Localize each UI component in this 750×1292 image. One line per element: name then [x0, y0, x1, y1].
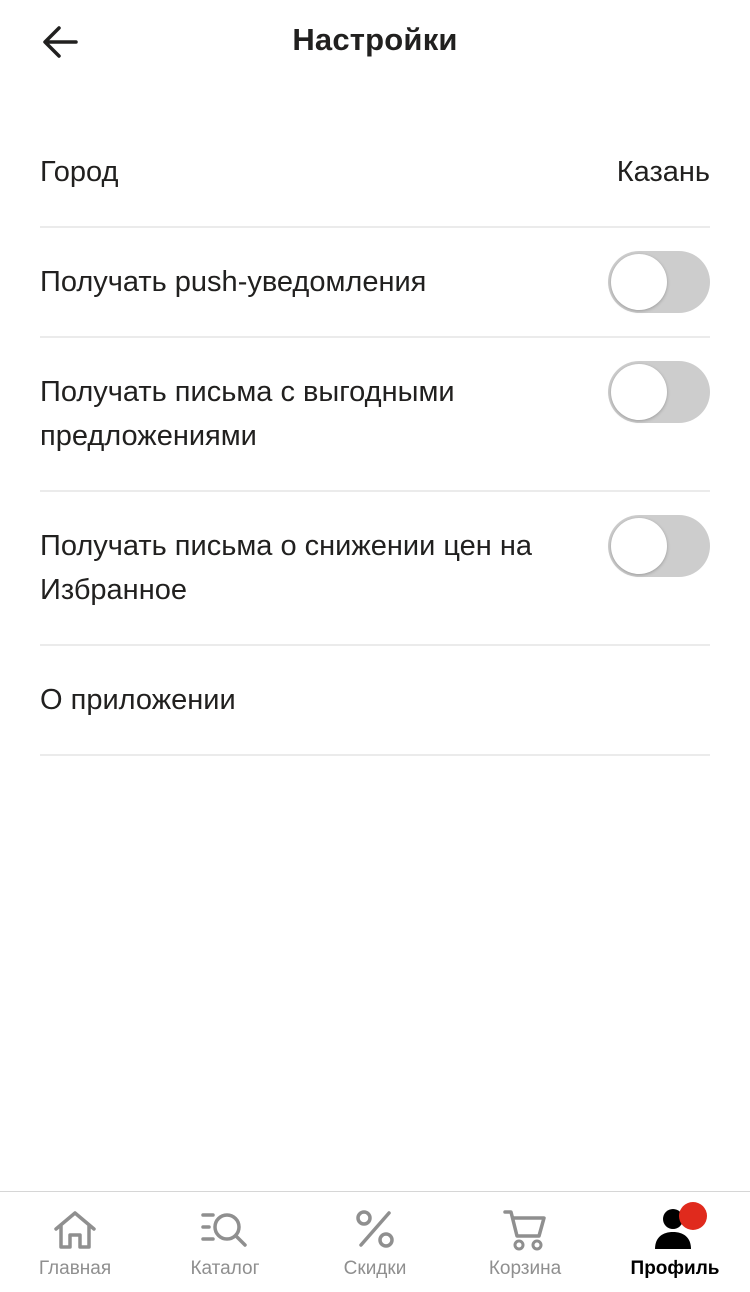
- cart-icon: [499, 1206, 551, 1252]
- settings-row-price-drop: Получать письма о снижении цен на Избран…: [40, 492, 710, 646]
- bottom-tab-bar: Главная Каталог Скидки Корзина Профиль: [0, 1191, 750, 1292]
- offers-toggle[interactable]: [608, 361, 710, 423]
- settings-list: Город Казань Получать push-уведомления П…: [40, 118, 710, 756]
- toggle-knob: [611, 364, 667, 420]
- tab-home[interactable]: Главная: [0, 1192, 150, 1292]
- push-toggle[interactable]: [608, 251, 710, 313]
- offers-label: Получать письма с выгодными предложениям…: [40, 376, 455, 452]
- tab-cart[interactable]: Корзина: [450, 1192, 600, 1292]
- toggle-knob: [611, 518, 667, 574]
- settings-row-city[interactable]: Город Казань: [40, 118, 710, 228]
- tab-profile[interactable]: Профиль: [600, 1192, 750, 1292]
- percent-icon: [349, 1206, 401, 1252]
- about-label: О приложении: [40, 684, 236, 716]
- tab-label: Каталог: [190, 1258, 260, 1279]
- settings-row-about[interactable]: О приложении: [40, 646, 710, 756]
- profile-icon: [649, 1202, 707, 1252]
- tab-discounts[interactable]: Скидки: [300, 1192, 450, 1292]
- tab-label: Профиль: [630, 1258, 720, 1279]
- city-value: Казань: [616, 155, 710, 188]
- tab-catalog[interactable]: Каталог: [150, 1192, 300, 1292]
- price-drop-label: Получать письма о снижении цен на Избран…: [40, 530, 532, 606]
- page-title: Настройки: [292, 22, 458, 57]
- toggle-knob: [611, 254, 667, 310]
- home-icon: [49, 1206, 101, 1252]
- city-label: Город: [40, 156, 119, 188]
- header: Настройки: [0, 0, 750, 88]
- push-label: Получать push-уведомления: [40, 266, 427, 298]
- tab-label: Скидки: [343, 1258, 407, 1279]
- settings-row-push: Получать push-уведомления: [40, 228, 710, 338]
- notification-badge: [679, 1202, 707, 1230]
- price-drop-toggle[interactable]: [608, 515, 710, 577]
- catalog-search-icon: [199, 1206, 251, 1252]
- tab-label: Корзина: [488, 1258, 562, 1279]
- tab-label: Главная: [38, 1258, 112, 1279]
- settings-row-offers: Получать письма с выгодными предложениям…: [40, 338, 710, 492]
